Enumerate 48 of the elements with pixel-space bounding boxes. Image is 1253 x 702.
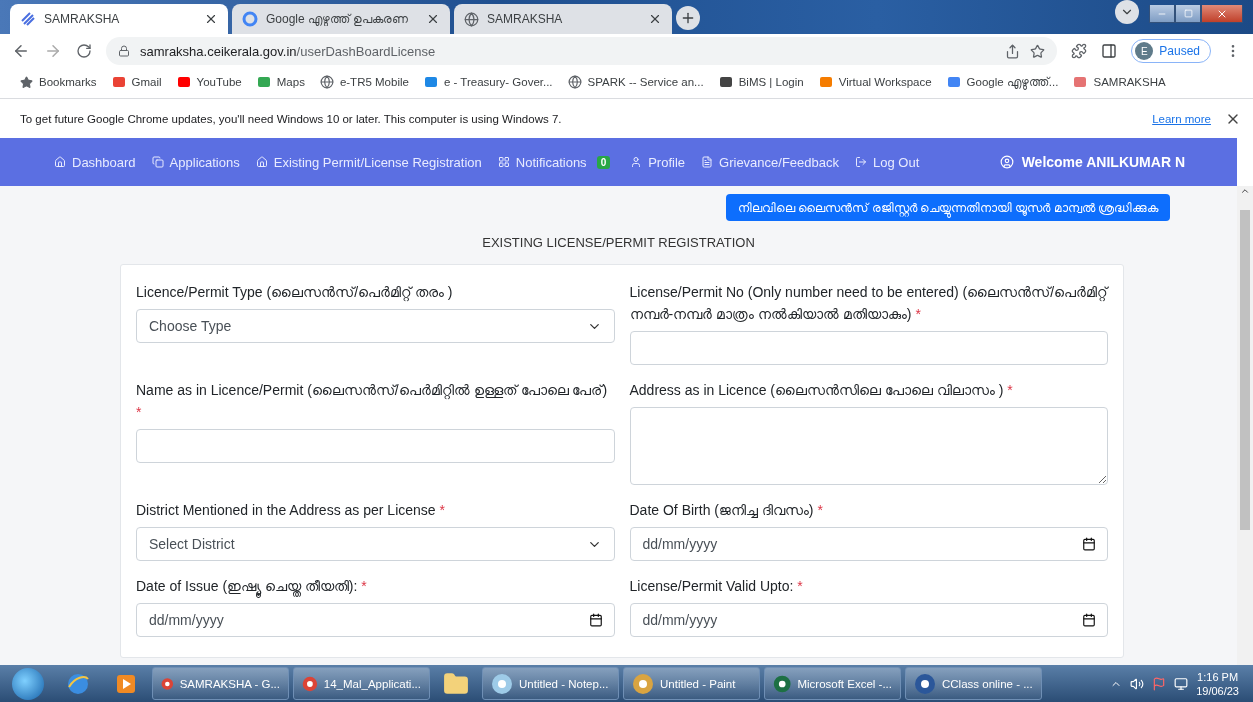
browser-tab[interactable]: Google എഴുത്ത് ഉപകരണ [232,4,450,34]
bookmark-link[interactable]: BiMS | Login [718,75,804,89]
taskbar-button[interactable]: SAMRAKSHA - G... [152,667,289,700]
taskbar-button[interactable]: 14_Mal_Applicati... [293,667,430,700]
field-label: License/Permit Valid Upto: * [629,577,804,596]
field-label: License/Permit No (Only number need to be entered) (ലൈസൻസ്/പെർമിറ്റ് നമ്പർ-നമ്പർ മാത്രം നൽകിയാൽ മതിയാകും) * [629,283,1108,324]
clock[interactable]: 1:16 PM 19/06/23 [1196,669,1239,698]
date-field[interactable]: dd/mm/yyyy [629,527,1108,561]
field-label: Address as in Licence (ലൈസൻസിലെ പോലെ വിലാസം ) * [629,381,1014,400]
browser-tab[interactable]: SAMRAKSHA [454,4,672,34]
taskbar-button[interactable]: Microsoft Excel -... [764,667,901,700]
taskbar-button[interactable]: Untitled - Paint [623,667,760,700]
date-field[interactable]: dd/mm/yyyy [629,603,1108,637]
nav-link[interactable]: Dashboard [54,154,136,170]
nav-link[interactable]: Profile [630,154,686,170]
user-manual-button[interactable]: നിലവിലെ ലൈസൻസ് രജിസ്റ്റർ ചെയ്യുന്നതിനായി യൂസർ മാന്വൽ ശ്രദ്ധിക്കുക [726,194,1170,221]
field-label: Date of Issue (ഇഷ്യൂ ചെയ്ത തീയതി): * [136,575,615,597]
field-label: Licence/Permit Type (ലൈസൻസ്/പെർമിറ്റ് തരം ) [136,283,454,303]
bookmark-link[interactable]: Google എഴുത്ത്... [946,75,1059,89]
taskbar-button[interactable]: Untitled - Notep... [482,667,619,700]
bookmark-link[interactable]: SPARK -- Service an... [567,75,704,89]
field-label: Date Of Birth (ജനിച്ച ദിവസം) * [629,501,824,520]
bookmark-link[interactable]: Gmail [111,75,162,89]
page-title: EXISTING LICENSE/PERMIT REGISTRATION [481,235,756,250]
field-label: District Mentioned in the Address as per License * [136,501,446,520]
welcome-text: Welcome ANILKUMAR N [999,154,1185,170]
address-bar[interactable]: samraksha.ceikerala.gov.in/userDashBoardLicense [106,37,1058,65]
field-label: Name as in Licence/Permit (ലൈസൻസ്/പെർമിറ്റിൽ ഉള്ളത് പോലെ പേര്) * [136,381,609,422]
select-field[interactable]: Choose Type [136,309,615,343]
browser-tab[interactable]: SAMRAKSHA [10,4,228,34]
notification-count: 0 [596,155,611,169]
date-field[interactable]: dd/mm/yyyy [136,603,615,637]
bookmark-link[interactable]: Bookmarks [20,75,97,89]
bookmark-link[interactable]: Maps [256,75,305,89]
bookmark-link[interactable]: e - Treasury- Gover... [423,75,553,89]
nav-link[interactable]: Existing Permit/License Registration [255,154,482,170]
bookmark-link[interactable]: e-TR5 Mobile [319,75,409,89]
bookmark-link[interactable]: YouTube [176,75,242,89]
nav-link[interactable]: Applications [151,154,240,170]
nav-link[interactable]: Grievance/Feedback [701,154,839,170]
nav-link[interactable]: Log Out [855,154,920,170]
update-message: To get future Google Chrome updates, you'll need Windows 10 or later. This computer is using Windows 7. [20,112,563,125]
bookmark-link[interactable]: SAMRAKSHA [1073,75,1166,89]
nav-link[interactable]: Notifications [497,154,587,170]
learn-more-link[interactable]: Learn more [1152,112,1211,125]
select-field[interactable]: Select District [136,527,615,561]
bookmark-link[interactable]: Virtual Workspace [818,75,932,89]
taskbar-button[interactable]: CClass online - ... [905,667,1042,700]
